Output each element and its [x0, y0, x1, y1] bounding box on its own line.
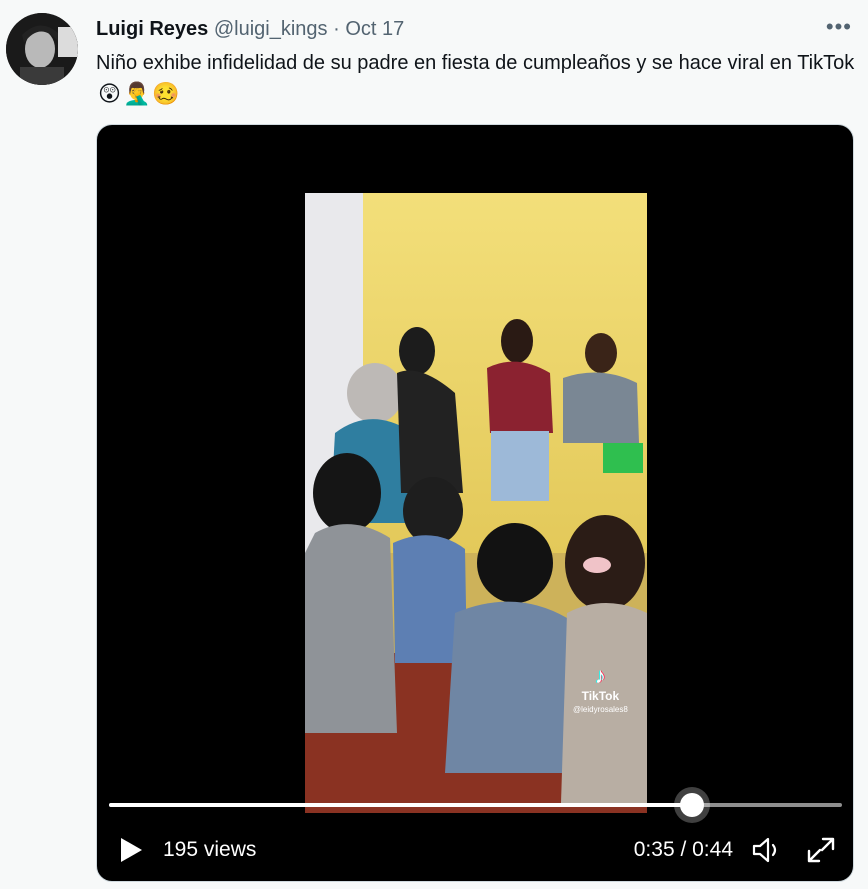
facepalm-emoji: 🤦‍♂️ [122, 81, 151, 106]
more-options-icon[interactable]: ••• [826, 16, 852, 38]
tweet-text: Niño exhibe infidelidad de su padre en f… [96, 48, 856, 109]
author-name[interactable]: Luigi Reyes [96, 18, 208, 40]
views-count: 195 views [163, 838, 257, 861]
play-icon [121, 838, 142, 862]
woozy-face-emoji: 🥴 [152, 81, 180, 106]
play-button[interactable] [119, 837, 143, 863]
tweet-body: Niño exhibe infidelidad de su padre en f… [96, 52, 855, 74]
tiktok-logo-icon: ♪ [594, 663, 606, 688]
tweet-date[interactable]: Oct 17 [345, 18, 404, 40]
progress-bar[interactable] [109, 793, 842, 817]
volume-icon [752, 837, 777, 863]
tweet-header: Luigi Reyes @luigi_kings · Oct 17 [96, 16, 404, 42]
video-scene [305, 319, 647, 803]
fullscreen-icon [807, 837, 835, 863]
video-frame[interactable]: ♪ TikTok @leidyrosales8 [305, 193, 647, 813]
video-controls: 195 views 0:35 / 0:44 [97, 817, 853, 881]
author-handle[interactable]: @luigi_kings [214, 18, 328, 40]
time-display: 0:35 / 0:44 [633, 838, 733, 861]
avatar[interactable] [6, 13, 78, 85]
volume-button[interactable] [751, 835, 783, 865]
tiktok-brand: TikTok [581, 689, 620, 703]
tiktok-username: @leidyrosales8 [573, 705, 628, 714]
progress-fill [109, 803, 692, 807]
progress-knob[interactable] [679, 793, 704, 817]
tiktok-watermark: ♪ TikTok @leidyrosales8 [573, 663, 628, 714]
separator-dot: · [333, 18, 340, 40]
fullscreen-button[interactable] [805, 835, 837, 865]
astonished-face-emoji: 😲 [98, 81, 121, 106]
video-player[interactable]: ♪ TikTok @leidyrosales8 195 views 0:35 /… [96, 124, 854, 882]
